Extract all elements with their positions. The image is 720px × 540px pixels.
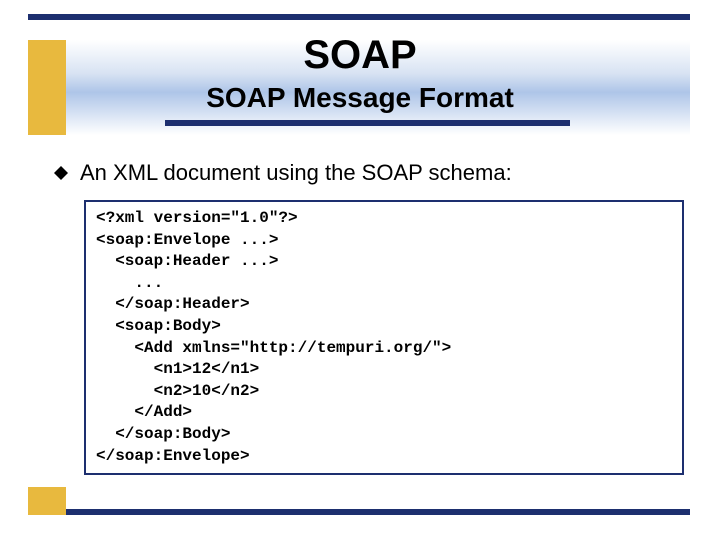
code-line: <Add xmlns="http://tempuri.org/"> (96, 338, 672, 360)
slide-subtitle: SOAP Message Format (0, 82, 720, 114)
code-line: <soap:Envelope ...> (96, 230, 672, 252)
bullet-text: An XML document using the SOAP schema: (80, 160, 512, 186)
top-accent-bar (28, 14, 690, 20)
bottom-accent-bar (66, 509, 690, 515)
bullet-item: An XML document using the SOAP schema: (54, 160, 512, 186)
code-line: <?xml version="1.0"?> (96, 208, 672, 230)
slide-title: SOAP (0, 33, 720, 78)
code-line: </Add> (96, 402, 672, 424)
code-line: </soap:Header> (96, 294, 672, 316)
code-line: </soap:Body> (96, 424, 672, 446)
code-line: </soap:Envelope> (96, 446, 672, 468)
code-line: ... (96, 273, 672, 295)
gold-bottom-block (28, 487, 66, 515)
code-line: <n1>12</n1> (96, 359, 672, 381)
title-underline (165, 120, 570, 126)
code-line: <n2>10</n2> (96, 381, 672, 403)
code-line: <soap:Header ...> (96, 251, 672, 273)
diamond-bullet-icon (54, 166, 68, 180)
code-box: <?xml version="1.0"?> <soap:Envelope ...… (84, 200, 684, 475)
code-line: <soap:Body> (96, 316, 672, 338)
